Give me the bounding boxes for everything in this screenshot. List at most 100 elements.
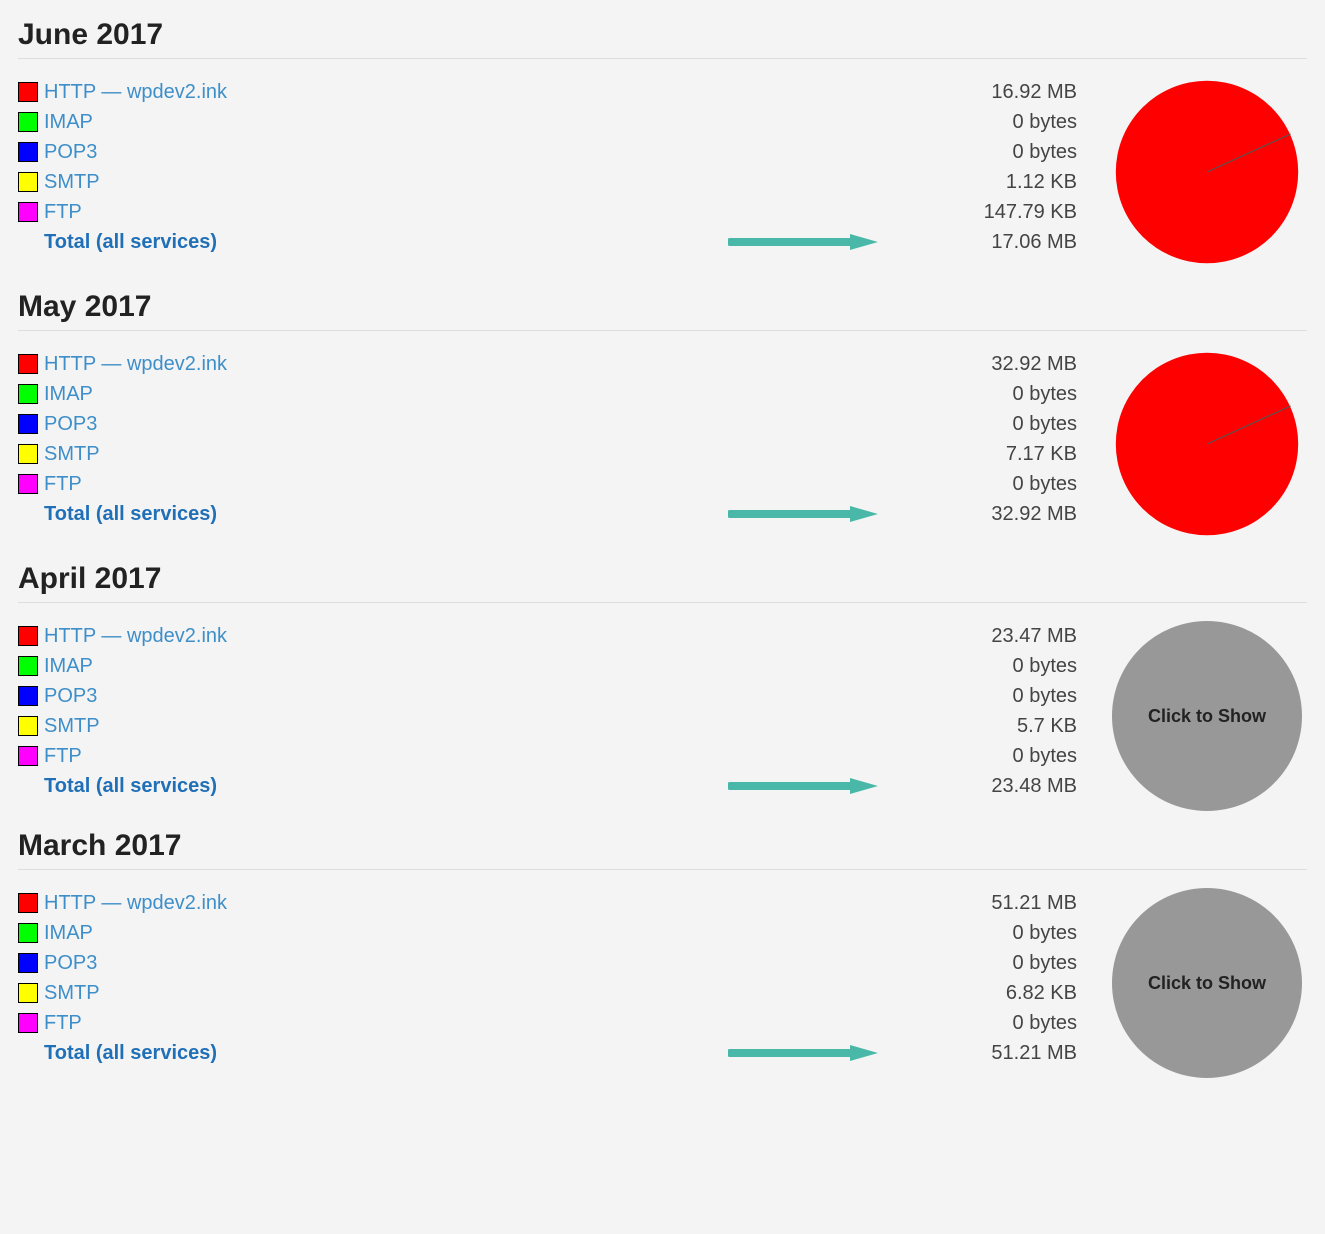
total-value-text: 32.92 MB	[991, 503, 1077, 525]
legend-row-http: HTTP — wpdev2.ink	[18, 349, 438, 379]
imap-swatch-icon	[18, 384, 38, 404]
legend-link-ftp[interactable]: FTP	[44, 741, 82, 771]
pop3-swatch-icon	[18, 686, 38, 706]
month-section: May 2017 HTTP — wpdev2.inkIMAPPOP3SMTPFTP…	[18, 282, 1307, 544]
legend-link-imap[interactable]: IMAP	[44, 107, 93, 137]
value-total: 32.92 MB	[458, 499, 1077, 529]
legend-row-smtp: SMTP	[18, 167, 438, 197]
legend-row-imap: IMAP	[18, 379, 438, 409]
legend-link-http[interactable]: HTTP — wpdev2.ink	[44, 349, 227, 379]
legend-row-ftp: FTP	[18, 741, 438, 771]
value-http: 32.92 MB	[458, 349, 1077, 379]
legend-link-ftp[interactable]: FTP	[44, 1008, 82, 1038]
month-section: March 2017 HTTP — wpdev2.inkIMAPPOP3SMTPF…	[18, 821, 1307, 1078]
value-ftp: 0 bytes	[458, 741, 1077, 771]
legend-link-pop3[interactable]: POP3	[44, 409, 97, 439]
month-title: June 2017	[18, 10, 1307, 59]
value-smtp: 1.12 KB	[458, 167, 1077, 197]
value-pop3: 0 bytes	[458, 409, 1077, 439]
smtp-swatch-icon	[18, 716, 38, 736]
legend-row-imap: IMAP	[18, 651, 438, 681]
http-swatch-icon	[18, 893, 38, 913]
total-value-text: 17.06 MB	[991, 231, 1077, 253]
values-column: 51.21 MB0 bytes0 bytes6.82 KB0 bytes51.2…	[458, 888, 1087, 1068]
legend-row-http: HTTP — wpdev2.ink	[18, 621, 438, 651]
pie-chart[interactable]	[1112, 77, 1302, 272]
chart-column	[1107, 77, 1307, 272]
total-label: Total (all services)	[18, 771, 217, 801]
values-column: 23.47 MB0 bytes0 bytes5.7 KB0 bytes23.48…	[458, 621, 1087, 801]
smtp-swatch-icon	[18, 172, 38, 192]
total-label: Total (all services)	[18, 1038, 217, 1068]
legend-link-http[interactable]: HTTP — wpdev2.ink	[44, 77, 227, 107]
legend-link-http[interactable]: HTTP — wpdev2.ink	[44, 888, 227, 918]
legend-link-imap[interactable]: IMAP	[44, 379, 93, 409]
legend-link-ftp[interactable]: FTP	[44, 197, 82, 227]
pie-chart[interactable]	[1112, 349, 1302, 544]
legend-column: HTTP — wpdev2.inkIMAPPOP3SMTPFTPTotal (a…	[18, 621, 438, 801]
legend-row-pop3: POP3	[18, 948, 438, 978]
legend-row-ftp: FTP	[18, 197, 438, 227]
legend-row-pop3: POP3	[18, 681, 438, 711]
month-title: May 2017	[18, 282, 1307, 331]
pop3-swatch-icon	[18, 953, 38, 973]
chart-column	[1107, 349, 1307, 544]
ftp-swatch-icon	[18, 746, 38, 766]
click-to-show-button[interactable]: Click to Show	[1112, 621, 1302, 811]
value-total: 23.48 MB	[458, 771, 1077, 801]
imap-swatch-icon	[18, 923, 38, 943]
value-pop3: 0 bytes	[458, 948, 1077, 978]
legend-row-ftp: FTP	[18, 1008, 438, 1038]
value-imap: 0 bytes	[458, 918, 1077, 948]
pop3-swatch-icon	[18, 142, 38, 162]
value-pop3: 0 bytes	[458, 137, 1077, 167]
value-http: 51.21 MB	[458, 888, 1077, 918]
legend-row-http: HTTP — wpdev2.ink	[18, 888, 438, 918]
legend-link-pop3[interactable]: POP3	[44, 948, 97, 978]
legend-column: HTTP — wpdev2.inkIMAPPOP3SMTPFTPTotal (a…	[18, 349, 438, 529]
month-section: June 2017 HTTP — wpdev2.inkIMAPPOP3SMTPFT…	[18, 10, 1307, 272]
legend-link-imap[interactable]: IMAP	[44, 918, 93, 948]
imap-swatch-icon	[18, 112, 38, 132]
value-smtp: 5.7 KB	[458, 711, 1077, 741]
value-imap: 0 bytes	[458, 651, 1077, 681]
value-ftp: 147.79 KB	[458, 197, 1077, 227]
chart-column: Click to Show	[1107, 621, 1307, 811]
legend-row-smtp: SMTP	[18, 439, 438, 469]
legend-column: HTTP — wpdev2.inkIMAPPOP3SMTPFTPTotal (a…	[18, 77, 438, 257]
legend-link-ftp[interactable]: FTP	[44, 469, 82, 499]
pop3-swatch-icon	[18, 414, 38, 434]
total-label: Total (all services)	[18, 227, 217, 257]
chart-column: Click to Show	[1107, 888, 1307, 1078]
legend-link-imap[interactable]: IMAP	[44, 651, 93, 681]
ftp-swatch-icon	[18, 1013, 38, 1033]
total-value-text: 51.21 MB	[991, 1042, 1077, 1064]
legend-row-http: HTTP — wpdev2.ink	[18, 77, 438, 107]
legend-link-smtp[interactable]: SMTP	[44, 167, 100, 197]
value-total: 17.06 MB	[458, 227, 1077, 257]
click-to-show-button[interactable]: Click to Show	[1112, 888, 1302, 1078]
http-swatch-icon	[18, 354, 38, 374]
legend-column: HTTP — wpdev2.inkIMAPPOP3SMTPFTPTotal (a…	[18, 888, 438, 1068]
legend-link-pop3[interactable]: POP3	[44, 681, 97, 711]
value-pop3: 0 bytes	[458, 681, 1077, 711]
legend-row-pop3: POP3	[18, 409, 438, 439]
month-title: April 2017	[18, 554, 1307, 603]
total-label: Total (all services)	[18, 499, 217, 529]
legend-link-pop3[interactable]: POP3	[44, 137, 97, 167]
legend-link-http[interactable]: HTTP — wpdev2.ink	[44, 621, 227, 651]
value-smtp: 6.82 KB	[458, 978, 1077, 1008]
value-imap: 0 bytes	[458, 379, 1077, 409]
month-title: March 2017	[18, 821, 1307, 870]
value-http: 23.47 MB	[458, 621, 1077, 651]
value-total: 51.21 MB	[458, 1038, 1077, 1068]
legend-link-smtp[interactable]: SMTP	[44, 978, 100, 1008]
month-section: April 2017 HTTP — wpdev2.inkIMAPPOP3SMTPF…	[18, 554, 1307, 811]
legend-link-smtp[interactable]: SMTP	[44, 711, 100, 741]
arrow-right-icon	[728, 777, 878, 795]
value-imap: 0 bytes	[458, 107, 1077, 137]
smtp-swatch-icon	[18, 983, 38, 1003]
http-swatch-icon	[18, 82, 38, 102]
legend-link-smtp[interactable]: SMTP	[44, 439, 100, 469]
value-smtp: 7.17 KB	[458, 439, 1077, 469]
